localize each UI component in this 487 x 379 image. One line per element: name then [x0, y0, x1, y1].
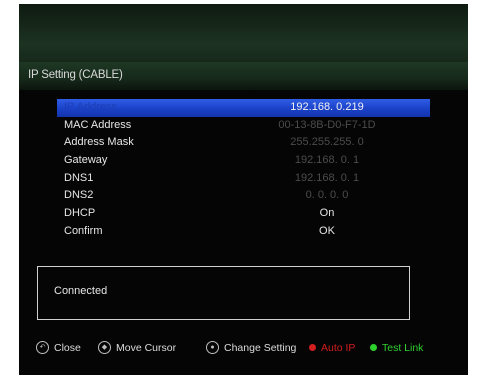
exit-icon: ↶ [36, 341, 49, 354]
row-gateway[interactable]: Gateway 192.168. 0. 1 [57, 152, 430, 170]
green-dot-icon [370, 344, 377, 351]
row-confirm[interactable]: Confirm OK [57, 223, 430, 241]
status-box: Connected [37, 266, 410, 320]
dhcp-value[interactable]: On [257, 205, 397, 223]
address-mask-label: Address Mask [64, 136, 134, 149]
dns1-value[interactable]: 192.168. 0. 1 [257, 170, 397, 188]
confirm-button[interactable]: OK [257, 223, 397, 241]
navigate-icon: ◆ [98, 341, 111, 354]
dns2-label: DNS2 [64, 189, 94, 202]
row-address-mask[interactable]: Address Mask 255.255.255. 0 [57, 134, 430, 152]
dns1-label: DNS1 [64, 171, 94, 184]
row-dns1[interactable]: DNS1 192.168. 0. 1 [57, 170, 430, 188]
red-dot-icon [309, 344, 316, 351]
move-cursor-label: Move Cursor [116, 342, 177, 354]
close-label: Close [54, 342, 81, 354]
ip-address-value[interactable]: 192.168. 0.219 [257, 99, 397, 117]
dns2-value[interactable]: 0. 0. 0. 0 [257, 187, 397, 205]
row-mac-address: MAC Address 00-13-8B-D0-F7-1D [57, 117, 430, 135]
auto-ip-label: Auto IP [321, 342, 356, 354]
ok-button-icon: ● [206, 341, 219, 354]
gateway-label: Gateway [64, 154, 108, 167]
mac-address-label: MAC Address [64, 118, 132, 131]
change-setting-label: Change Setting [224, 342, 297, 354]
row-ip-address[interactable]: IP Address 192.168. 0.219 [57, 99, 430, 117]
confirm-label: Confirm [64, 224, 103, 237]
gateway-value[interactable]: 192.168. 0. 1 [257, 152, 397, 170]
top-band [19, 4, 468, 62]
title-bar: IP Setting (CABLE) [19, 62, 468, 90]
address-mask-value[interactable]: 255.255.255. 0 [257, 134, 397, 152]
dhcp-label: DHCP [64, 207, 96, 220]
settings-menu: IP Address 192.168. 0.219 MAC Address 00… [57, 99, 430, 241]
row-dns2[interactable]: DNS2 0. 0. 0. 0 [57, 187, 430, 205]
status-text: Connected [54, 285, 108, 297]
row-dhcp[interactable]: DHCP On [57, 205, 430, 223]
mac-address-value: 00-13-8B-D0-F7-1D [278, 118, 376, 131]
page-title: IP Setting (CABLE) [28, 69, 123, 81]
ip-address-label: IP Address [64, 101, 117, 113]
test-link-label: Test Link [382, 342, 424, 354]
